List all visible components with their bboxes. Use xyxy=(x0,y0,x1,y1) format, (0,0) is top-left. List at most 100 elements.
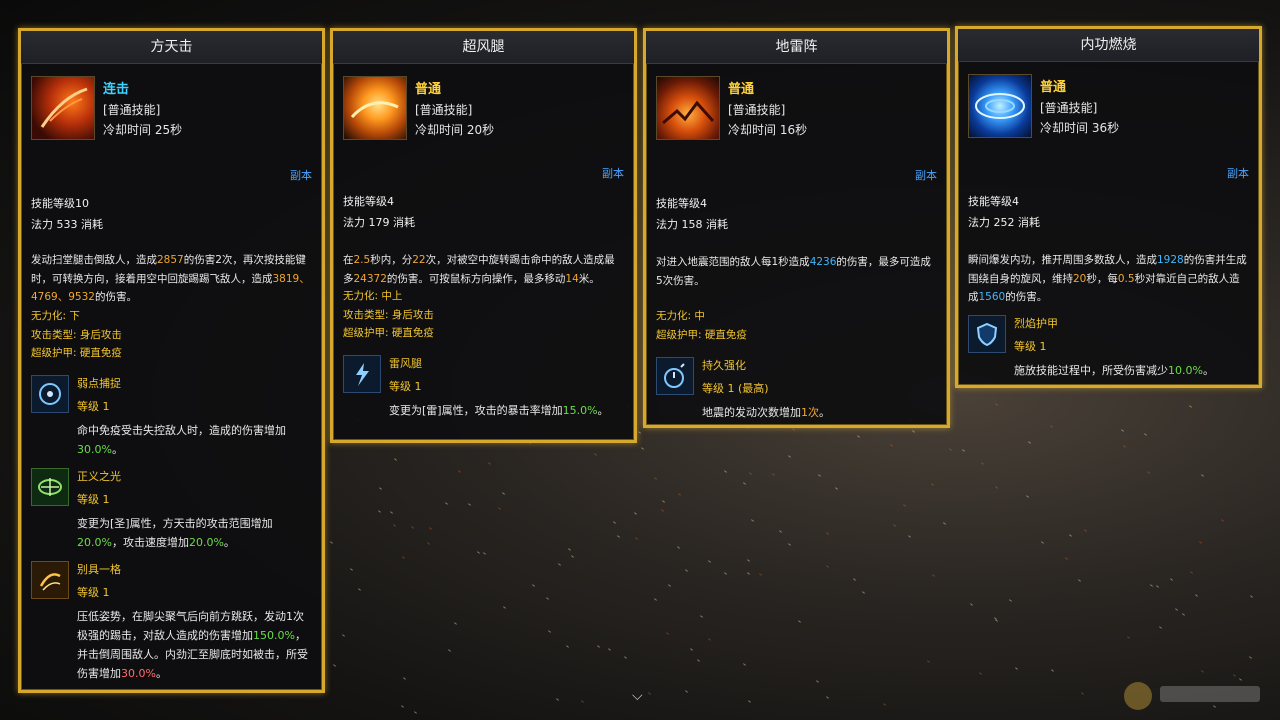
lightning-rune-icon xyxy=(343,355,381,393)
ember-spark xyxy=(748,472,752,476)
ember-spark xyxy=(1122,445,1126,448)
ember-spark xyxy=(613,520,617,524)
ember-spark xyxy=(882,703,886,706)
ember-spark xyxy=(457,469,461,473)
rune-text: 地震的发动次数增加1次。 xyxy=(702,406,830,419)
ember-spark xyxy=(501,491,505,495)
ember-spark xyxy=(818,474,822,477)
ember-spark xyxy=(1049,425,1053,429)
dungeon-mode-link[interactable]: 副本 xyxy=(1227,165,1249,184)
skill-description: 在2.5秒内，分22次，对被空中旋转踢击命中的敌人造成最多24372的伤害。可按… xyxy=(343,254,615,285)
ember-spark xyxy=(696,659,700,662)
ember-spark xyxy=(332,664,336,667)
ember-spark xyxy=(653,477,657,480)
ember-spark xyxy=(635,537,639,540)
ember-spark xyxy=(571,555,575,559)
prop-super-armor: 超级护甲: 硬直免疫 xyxy=(343,327,434,339)
rune-name: 正义之光 xyxy=(77,470,121,483)
ember-spark xyxy=(943,522,947,526)
ember-spark xyxy=(547,629,551,633)
ember-spark xyxy=(961,448,965,452)
rune-level: 等级 1 (最高) xyxy=(702,382,769,395)
rune-level: 等级 1 xyxy=(77,493,110,506)
ember-spark xyxy=(1040,541,1044,544)
skill-description: 瞬间爆发内功，推开周围多数敌人，造成1928的伤害并生成围绕自身的旋风，维持20… xyxy=(968,254,1247,303)
ember-spark xyxy=(788,454,792,458)
rune-level: 等级 1 xyxy=(77,400,110,413)
ember-spark xyxy=(390,511,394,514)
ember-spark xyxy=(1170,578,1174,581)
ember-spark xyxy=(546,597,550,600)
ember-spark xyxy=(889,444,893,447)
ember-spark xyxy=(684,569,688,572)
cyclone-skill-icon xyxy=(968,74,1032,138)
skill-card-neigongranshao: 内功燃烧 普通 [普通技能] 冷却时间 36秒 副本 技能等级4 法力 252 … xyxy=(955,26,1262,388)
ember-spark xyxy=(825,565,829,568)
ember-spark xyxy=(797,620,801,624)
skill-card-chaofengtui: 超风腿 普通 [普通技能] 冷却时间 20秒 副本 技能等级4 法力 179 消… xyxy=(330,28,637,443)
ember-spark xyxy=(699,615,703,618)
ember-spark xyxy=(724,470,728,473)
ember-spark xyxy=(1188,405,1192,408)
ember-spark xyxy=(724,572,728,576)
rune-unique-style: 别具一格 等级 1 压低姿势，在脚尖聚气后向前方跳跃，发动1次极强的踢击，对敌人… xyxy=(31,561,312,691)
site-watermark-logo xyxy=(1120,676,1270,716)
ember-spark xyxy=(995,486,999,489)
ember-spark xyxy=(660,509,664,513)
ember-spark xyxy=(994,618,998,622)
ember-spark xyxy=(453,622,457,626)
rune-text: 施放技能过程中，所受伤害减少10.0%。 xyxy=(1014,364,1214,377)
ember-spark xyxy=(1025,495,1029,498)
ember-spark xyxy=(979,672,983,676)
ember-spark xyxy=(742,482,746,485)
ember-spark xyxy=(747,700,751,703)
ember-spark xyxy=(931,573,935,577)
ember-spark xyxy=(1189,570,1193,574)
ember-spark xyxy=(746,572,750,575)
rune-name: 烈焰护甲 xyxy=(1014,317,1058,330)
ember-spark xyxy=(750,518,754,522)
ember-spark xyxy=(402,676,406,680)
mana-cost: 法力 533 消耗 xyxy=(31,218,103,231)
skill-card-dileizhen: 地雷阵 普通 [普通技能] 冷却时间 16秒 副本 技能等级4 法力 158 消… xyxy=(643,28,950,428)
ember-spark xyxy=(1080,692,1084,695)
ember-spark xyxy=(341,634,345,637)
ember-spark xyxy=(1120,428,1124,432)
prop-attack-type: 攻击类型: 身后攻击 xyxy=(31,328,122,341)
chevron-down-icon[interactable]: ⌵ xyxy=(632,688,643,704)
ember-spark xyxy=(1065,557,1069,560)
rune-level: 等级 1 xyxy=(77,586,110,599)
skill-type-label: 普通 xyxy=(1040,80,1067,95)
ember-spark xyxy=(707,638,711,641)
ember-spark xyxy=(616,535,620,538)
ember-spark xyxy=(488,462,492,465)
ember-spark xyxy=(1200,474,1204,477)
ember-spark xyxy=(568,548,572,552)
skill-category: [普通技能] xyxy=(1040,101,1098,115)
rune-name: 别具一格 xyxy=(77,563,121,576)
ember-spark xyxy=(1143,432,1147,436)
dungeon-mode-link[interactable]: 副本 xyxy=(290,167,312,186)
mana-cost: 法力 179 消耗 xyxy=(343,216,415,229)
ember-spark xyxy=(378,487,382,490)
stopwatch-rune-icon xyxy=(656,357,694,395)
dungeon-mode-link[interactable]: 副本 xyxy=(915,167,937,186)
ember-spark xyxy=(556,698,560,701)
prop-incapacitate: 无力化: 中 xyxy=(656,310,705,322)
rune-level: 等级 1 xyxy=(389,380,422,393)
skill-cooldown: 冷却时间 16秒 xyxy=(728,123,808,137)
ember-spark xyxy=(678,493,682,496)
target-rune-icon xyxy=(31,375,69,413)
ember-spark xyxy=(994,403,998,407)
ember-spark xyxy=(815,679,819,683)
ember-spark xyxy=(558,563,562,567)
ember-spark xyxy=(826,532,830,535)
ember-spark xyxy=(707,559,711,563)
dungeon-mode-link[interactable]: 副本 xyxy=(602,165,624,184)
skill-type-label: 普通 xyxy=(728,82,755,97)
ember-spark xyxy=(1068,534,1073,537)
ember-spark xyxy=(1156,584,1160,588)
ember-spark xyxy=(676,546,680,549)
whirlwind-kick-skill-icon xyxy=(343,76,407,140)
ember-spark xyxy=(742,663,746,666)
